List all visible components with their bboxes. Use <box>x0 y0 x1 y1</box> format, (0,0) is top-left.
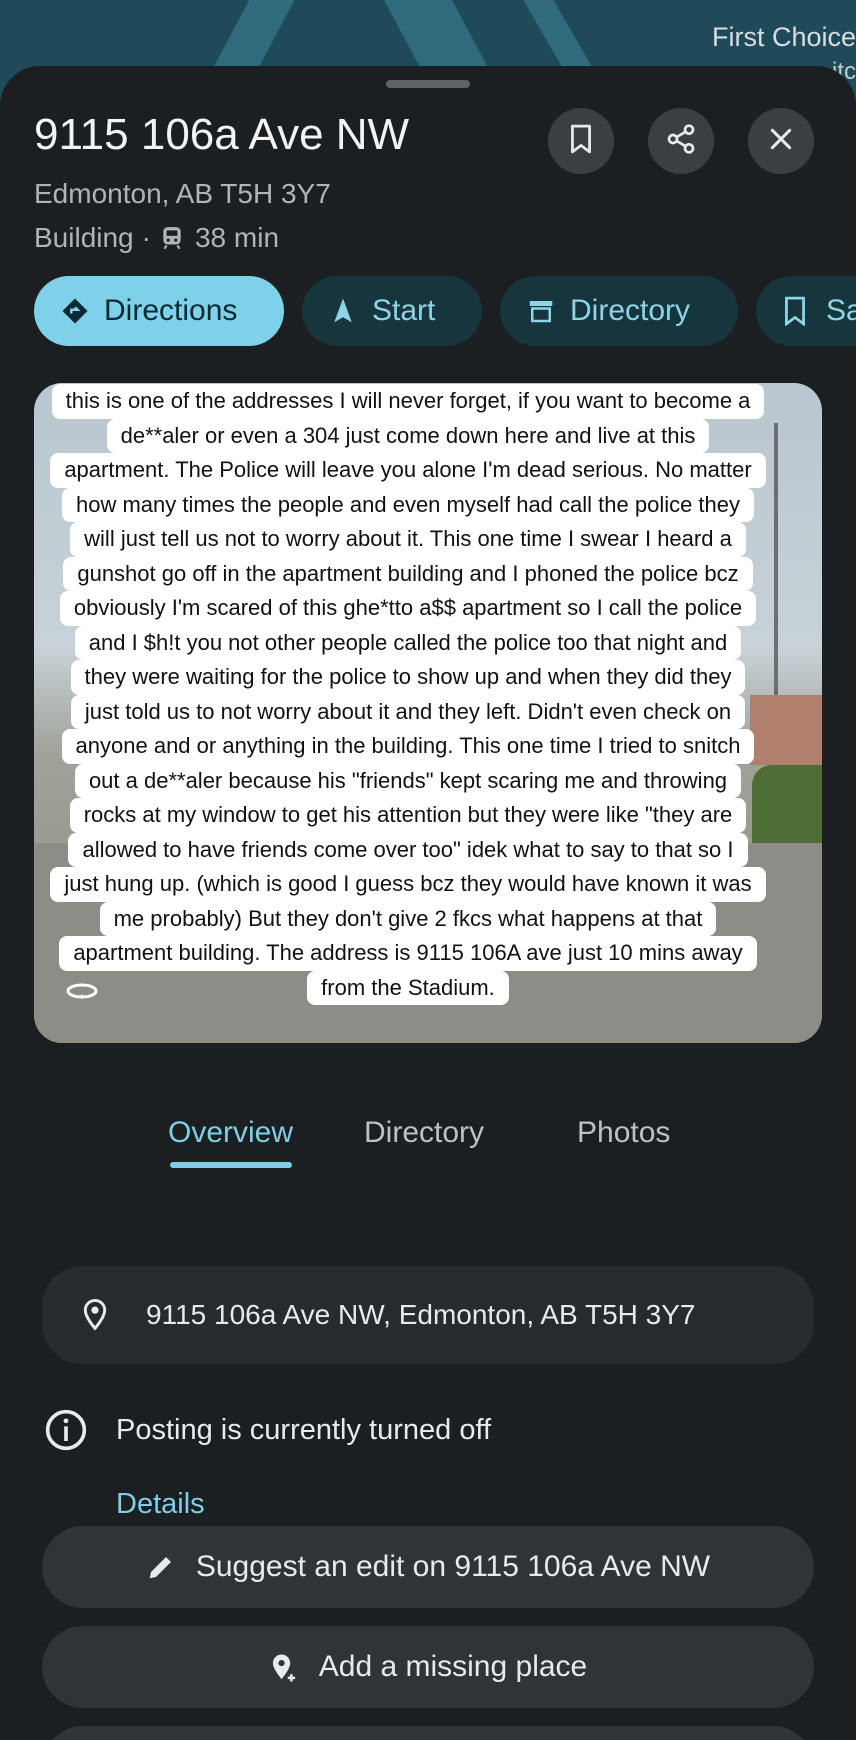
add-location-icon <box>269 1652 299 1682</box>
pencil-icon <box>146 1552 176 1582</box>
tab-photos[interactable]: Photos <box>577 1116 670 1150</box>
transit-icon <box>159 225 185 251</box>
caption-line: obviously I'm scared of this ghe*tto a$$… <box>59 591 757 626</box>
share-icon <box>665 123 697 160</box>
place-meta: Building · 38 min <box>34 222 279 254</box>
share-button[interactable] <box>648 108 714 174</box>
drag-handle[interactable] <box>386 80 470 88</box>
close-icon <box>768 126 794 157</box>
save-button[interactable] <box>548 108 614 174</box>
posting-text: Posting is currently turned off <box>116 1413 492 1446</box>
add-missing-place-button[interactable]: Add a missing place <box>42 1626 814 1708</box>
bookmark-icon <box>782 296 812 326</box>
caption-line: and I $h!t you not other people called t… <box>74 625 742 660</box>
directions-icon <box>60 296 90 326</box>
caption-line: apartment building. The address is 9115 … <box>59 936 757 971</box>
place-type: Building <box>34 222 134 253</box>
caption-line: will just tell us not to worry about it.… <box>70 522 746 557</box>
place-title: 9115 106a Ave NW <box>34 110 410 159</box>
caption-line: me probably) But they don't give 2 fkcs … <box>99 901 717 936</box>
caption-line: from the Stadium. <box>307 970 509 1005</box>
caption-overlay: this is one of the addresses I will neve… <box>24 384 792 1005</box>
caption-line: apartment. The Police will leave you alo… <box>50 453 766 488</box>
caption-line: just told us to not worry about it and t… <box>70 694 746 729</box>
directory-icon <box>526 296 556 326</box>
location-pin-icon <box>80 1298 110 1332</box>
caption-line: out a de**aler because his "friends" kep… <box>74 763 742 798</box>
caption-line: this is one of the addresses I will neve… <box>51 384 765 419</box>
bookmark-icon <box>568 124 594 159</box>
chip-label: Sa <box>826 294 856 327</box>
details-link[interactable]: Details <box>116 1488 205 1521</box>
tab-directory[interactable]: Directory <box>364 1116 484 1150</box>
chip-label: Directions <box>104 294 238 327</box>
place-sheet: 9115 106a Ave NW Edmonton, AB T5H 3Y7 Bu… <box>0 66 856 1740</box>
chip-label: Directory <box>570 294 691 327</box>
close-button[interactable] <box>748 108 814 174</box>
place-tabs: Overview Directory Photos <box>0 1116 856 1196</box>
add-missing-place-label: Add a missing place <box>318 1650 588 1683</box>
caption-line: just hung up. (which is good I guess bcz… <box>50 867 766 902</box>
meta-separator: · <box>141 222 151 253</box>
posting-notice: Posting is currently turned off <box>44 1408 491 1452</box>
caption-line: allowed to have friends come over too" i… <box>68 832 748 867</box>
more-actions-button[interactable] <box>42 1726 814 1740</box>
chip-label: Start <box>372 294 436 327</box>
action-chips: Directions Start Directory Sa <box>34 276 856 346</box>
save-chip[interactable]: Sa <box>756 276 856 346</box>
directory-chip[interactable]: Directory <box>500 276 738 346</box>
info-icon <box>44 1408 88 1452</box>
navigation-arrow-icon <box>328 296 358 326</box>
transit-time: 38 min <box>194 222 280 253</box>
tab-overview[interactable]: Overview <box>168 1116 293 1150</box>
suggest-edit-button[interactable]: Suggest an edit on 9115 106a Ave NW <box>42 1526 814 1608</box>
map-label: First Choice <box>711 22 856 52</box>
caption-line: gunshot go off in the apartment building… <box>63 556 753 591</box>
start-chip[interactable]: Start <box>302 276 482 346</box>
address-text: 9115 106a Ave NW, Edmonton, AB T5H 3Y7 <box>146 1299 696 1330</box>
caption-line: de**aler or even a 304 just come down he… <box>106 418 710 453</box>
caption-line: anyone and or anything in the building. … <box>61 729 755 764</box>
caption-line: rocks at my window to get his attention … <box>69 798 747 833</box>
place-city-line: Edmonton, AB T5H 3Y7 <box>34 178 331 209</box>
directions-chip[interactable]: Directions <box>34 276 284 346</box>
address-row[interactable]: 9115 106a Ave NW, Edmonton, AB T5H 3Y7 <box>42 1266 814 1364</box>
caption-line: they were waiting for the police to show… <box>70 660 746 695</box>
active-tab-indicator <box>170 1162 292 1168</box>
caption-line: how many times the people and even mysel… <box>61 487 755 522</box>
suggest-edit-label: Suggest an edit on 9115 106a Ave NW <box>195 1550 711 1583</box>
